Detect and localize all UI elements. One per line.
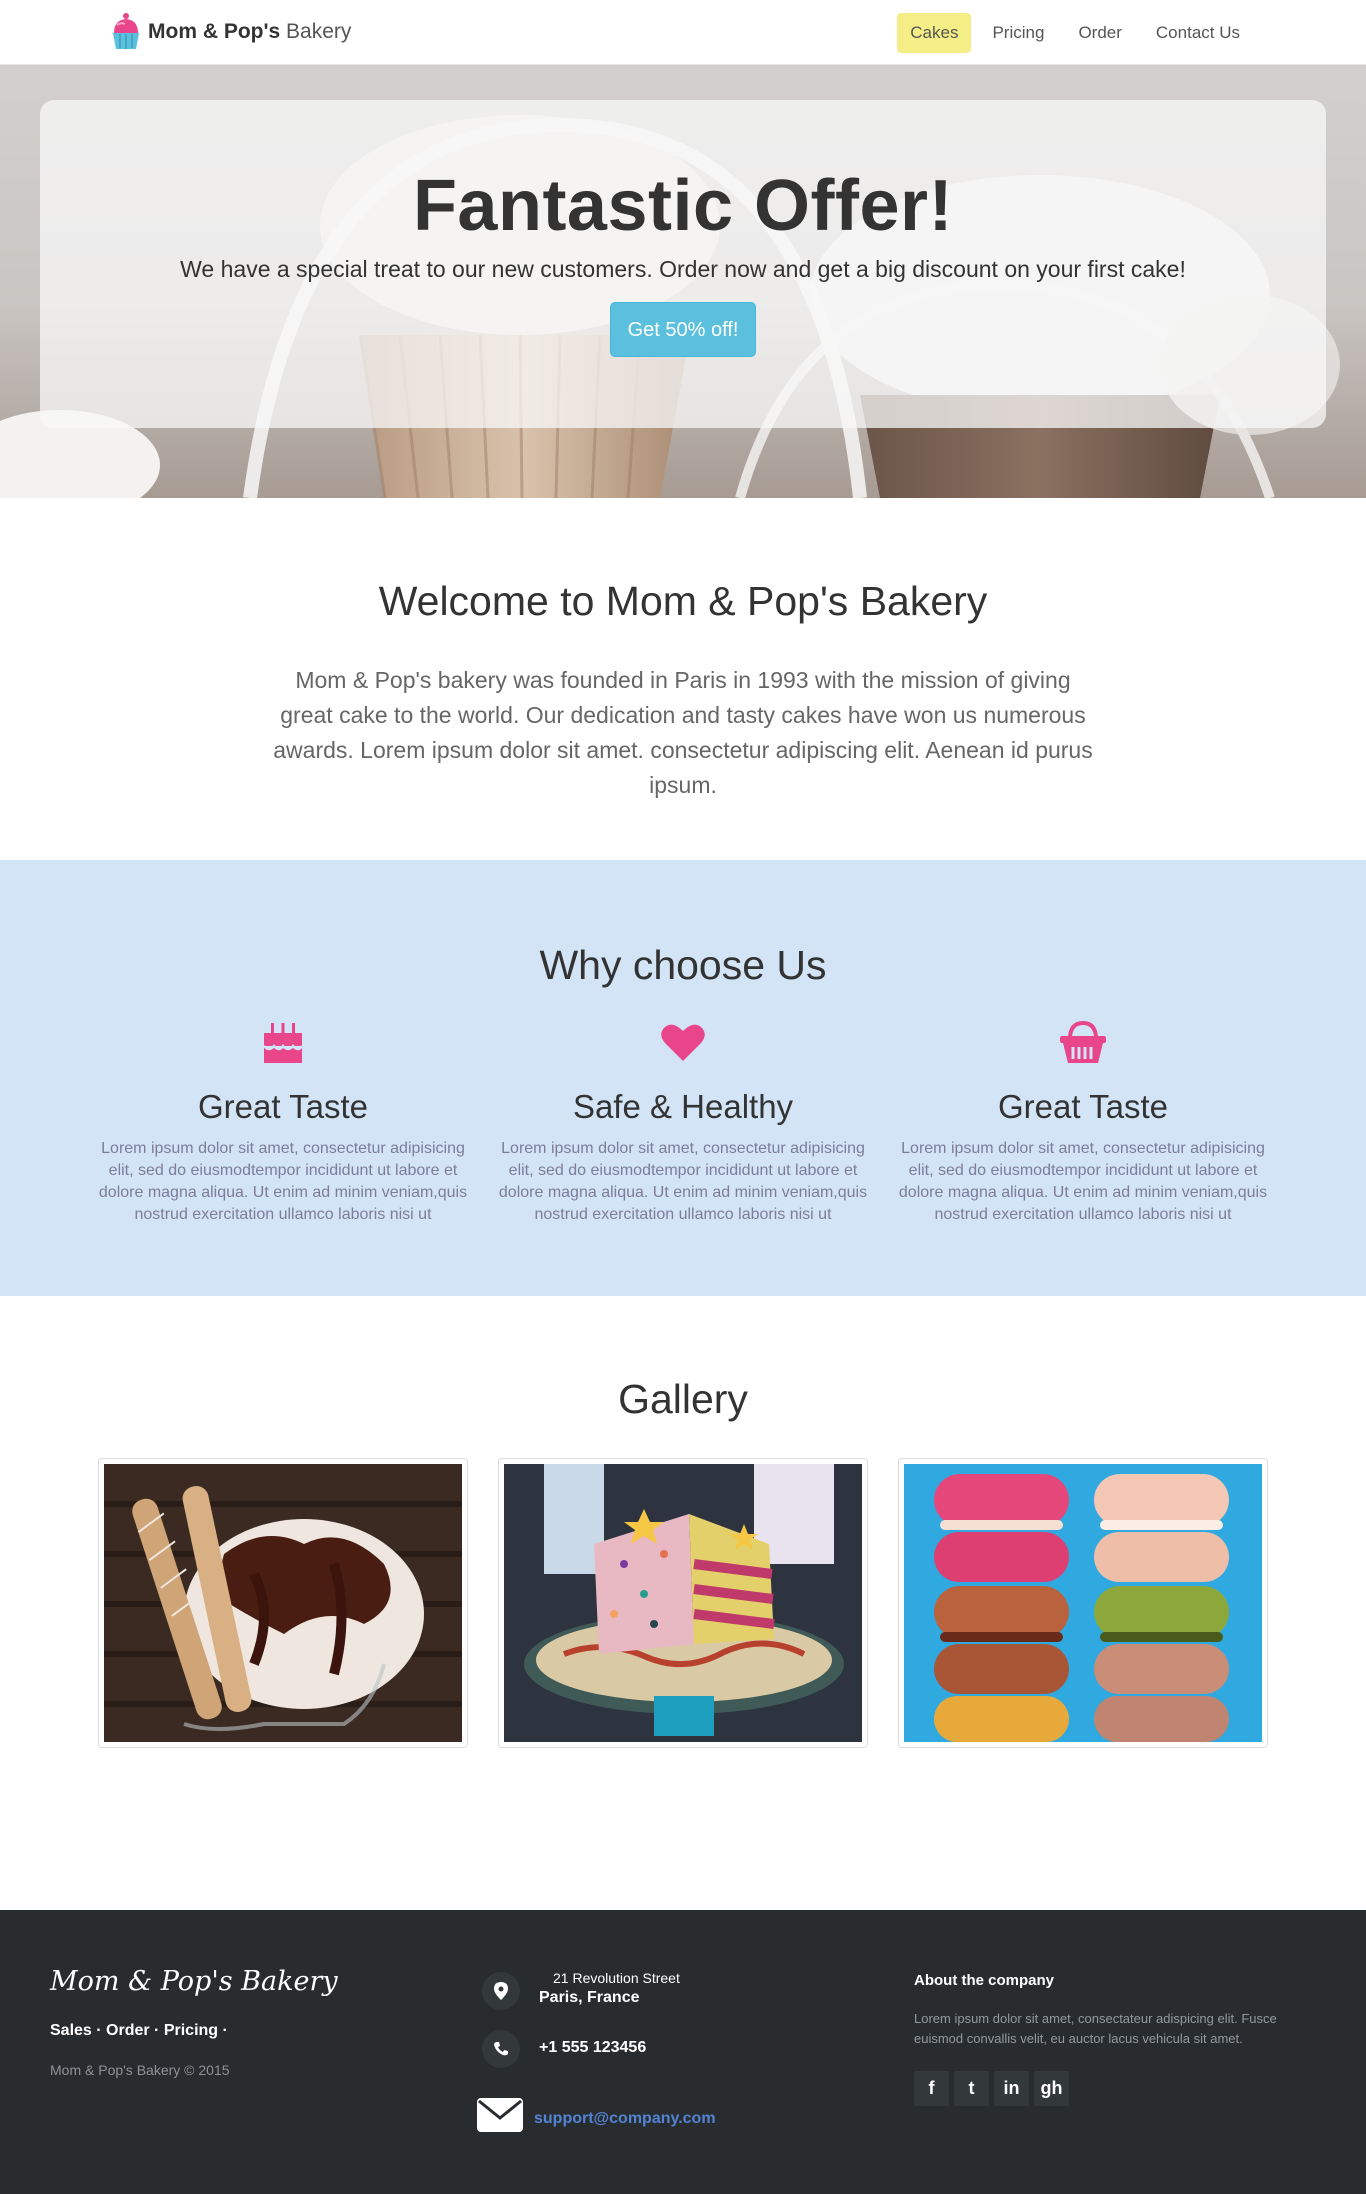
sundae-image xyxy=(104,1464,462,1742)
envelope-icon xyxy=(477,2098,523,2132)
gallery-image-sundae[interactable] xyxy=(98,1458,468,1748)
twitter-icon[interactable]: t xyxy=(954,2071,989,2106)
shopping-basket-icon xyxy=(1060,1020,1106,1063)
footer-contact: 21 Revolution Street Paris, France +1 55… xyxy=(477,1970,882,2146)
footer-copyright: Mom & Pop's Bakery © 2015 xyxy=(50,2062,230,2078)
about-text: Lorem ipsum dolor sit amet, consectateur… xyxy=(914,2011,1277,2046)
address-street: 21 Revolution Street xyxy=(553,1970,680,1986)
feature-text: Lorem ipsum dolor sit amet, consectetur … xyxy=(498,1140,868,1223)
brand-logo[interactable]: Mom & Pop's Bakery xyxy=(111,11,351,53)
feature-title: Great Taste xyxy=(198,1088,368,1125)
phone-number: +1 555 123456 xyxy=(539,2039,647,2056)
email-link[interactable]: support@company.com xyxy=(534,2110,716,2128)
offer-text: We have a special treat to our new custo… xyxy=(180,256,1186,282)
welcome-title: Welcome to Mom & Pop's Bakery xyxy=(378,578,988,624)
nav-cakes[interactable]: Cakes xyxy=(897,13,972,53)
why-title: Why choose Us xyxy=(539,942,827,988)
footer-email-row: support@company.com xyxy=(477,2096,882,2146)
navbar: Mom & Pop's Bakery Cakes Pricing Order C… xyxy=(0,0,1366,65)
why-choose-us-section: Why choose Us Great Taste Lorem ipsum do… xyxy=(0,860,1366,1296)
footer-links[interactable]: Sales · Order · Pricing · xyxy=(50,2022,228,2040)
cupcake-icon xyxy=(113,13,139,49)
footer-about: About the company Lorem ipsum dolor sit … xyxy=(914,1972,1284,2106)
footer: Mom & Pop's Bakery Sales · Order · Prici… xyxy=(0,1910,1366,2194)
footer-logo: Mom & Pop's Bakery xyxy=(50,1966,338,1997)
address-city: Paris, France xyxy=(539,1989,640,2006)
feature-title: Great Taste xyxy=(998,1088,1168,1125)
feature-list: Great Taste Lorem ipsum dolor sit amet, … xyxy=(95,1018,1271,1226)
gallery-image-macarons[interactable] xyxy=(898,1458,1268,1748)
offer-title: Fantastic Offer! xyxy=(412,166,954,246)
macarons-image xyxy=(904,1464,1262,1742)
feature-safe-healthy: Safe & Healthy Lorem ipsum dolor sit ame… xyxy=(495,1018,871,1226)
footer-address-row: 21 Revolution Street Paris, France xyxy=(482,1970,882,2030)
feature-text: Lorem ipsum dolor sit amet, consectetur … xyxy=(98,1140,468,1223)
cake-image xyxy=(504,1464,862,1742)
gallery-title: Gallery xyxy=(618,1376,748,1422)
feature-great-taste-basket: Great Taste Lorem ipsum dolor sit amet, … xyxy=(895,1018,1271,1226)
birthday-cake-icon xyxy=(263,1023,304,1063)
main-nav: Cakes Pricing Order Contact Us xyxy=(897,13,1253,53)
phone-icon xyxy=(482,2030,520,2068)
gallery-section: Gallery xyxy=(0,1296,1366,1910)
about-title: About the company xyxy=(914,1972,1055,1989)
offer-jumbotron: Fantastic Offer! We have a special treat… xyxy=(40,100,1326,428)
nav-order[interactable]: Order xyxy=(1065,13,1134,53)
welcome-section: Welcome to Mom & Pop's Bakery Mom & Pop'… xyxy=(0,498,1366,860)
brand-name-bold: Mom & Pop's xyxy=(148,20,281,43)
github-icon[interactable]: gh xyxy=(1034,2071,1069,2106)
hero-section: Fantastic Offer! We have a special treat… xyxy=(0,65,1366,498)
nav-contact[interactable]: Contact Us xyxy=(1143,13,1253,53)
feature-text: Lorem ipsum dolor sit amet, consectetur … xyxy=(898,1140,1268,1223)
feature-title: Safe & Healthy xyxy=(572,1088,794,1125)
gallery-thumbnails xyxy=(98,1458,1268,1748)
feature-great-taste: Great Taste Lorem ipsum dolor sit amet, … xyxy=(95,1018,471,1226)
nav-pricing[interactable]: Pricing xyxy=(979,13,1057,53)
gallery-image-cake[interactable] xyxy=(498,1458,868,1748)
footer-phone-row: +1 555 123456 xyxy=(482,2030,882,2088)
brand-name-light: Bakery xyxy=(286,20,352,43)
social-links: f t in gh xyxy=(914,2071,1284,2106)
map-marker-icon xyxy=(482,1972,520,2010)
facebook-icon[interactable]: f xyxy=(914,2071,949,2106)
discount-button[interactable]: Get 50% off! xyxy=(609,302,757,357)
welcome-text: Mom & Pop's bakery was founded in Paris … xyxy=(273,667,1093,798)
heart-icon xyxy=(661,1024,705,1061)
linkedin-icon[interactable]: in xyxy=(994,2071,1029,2106)
